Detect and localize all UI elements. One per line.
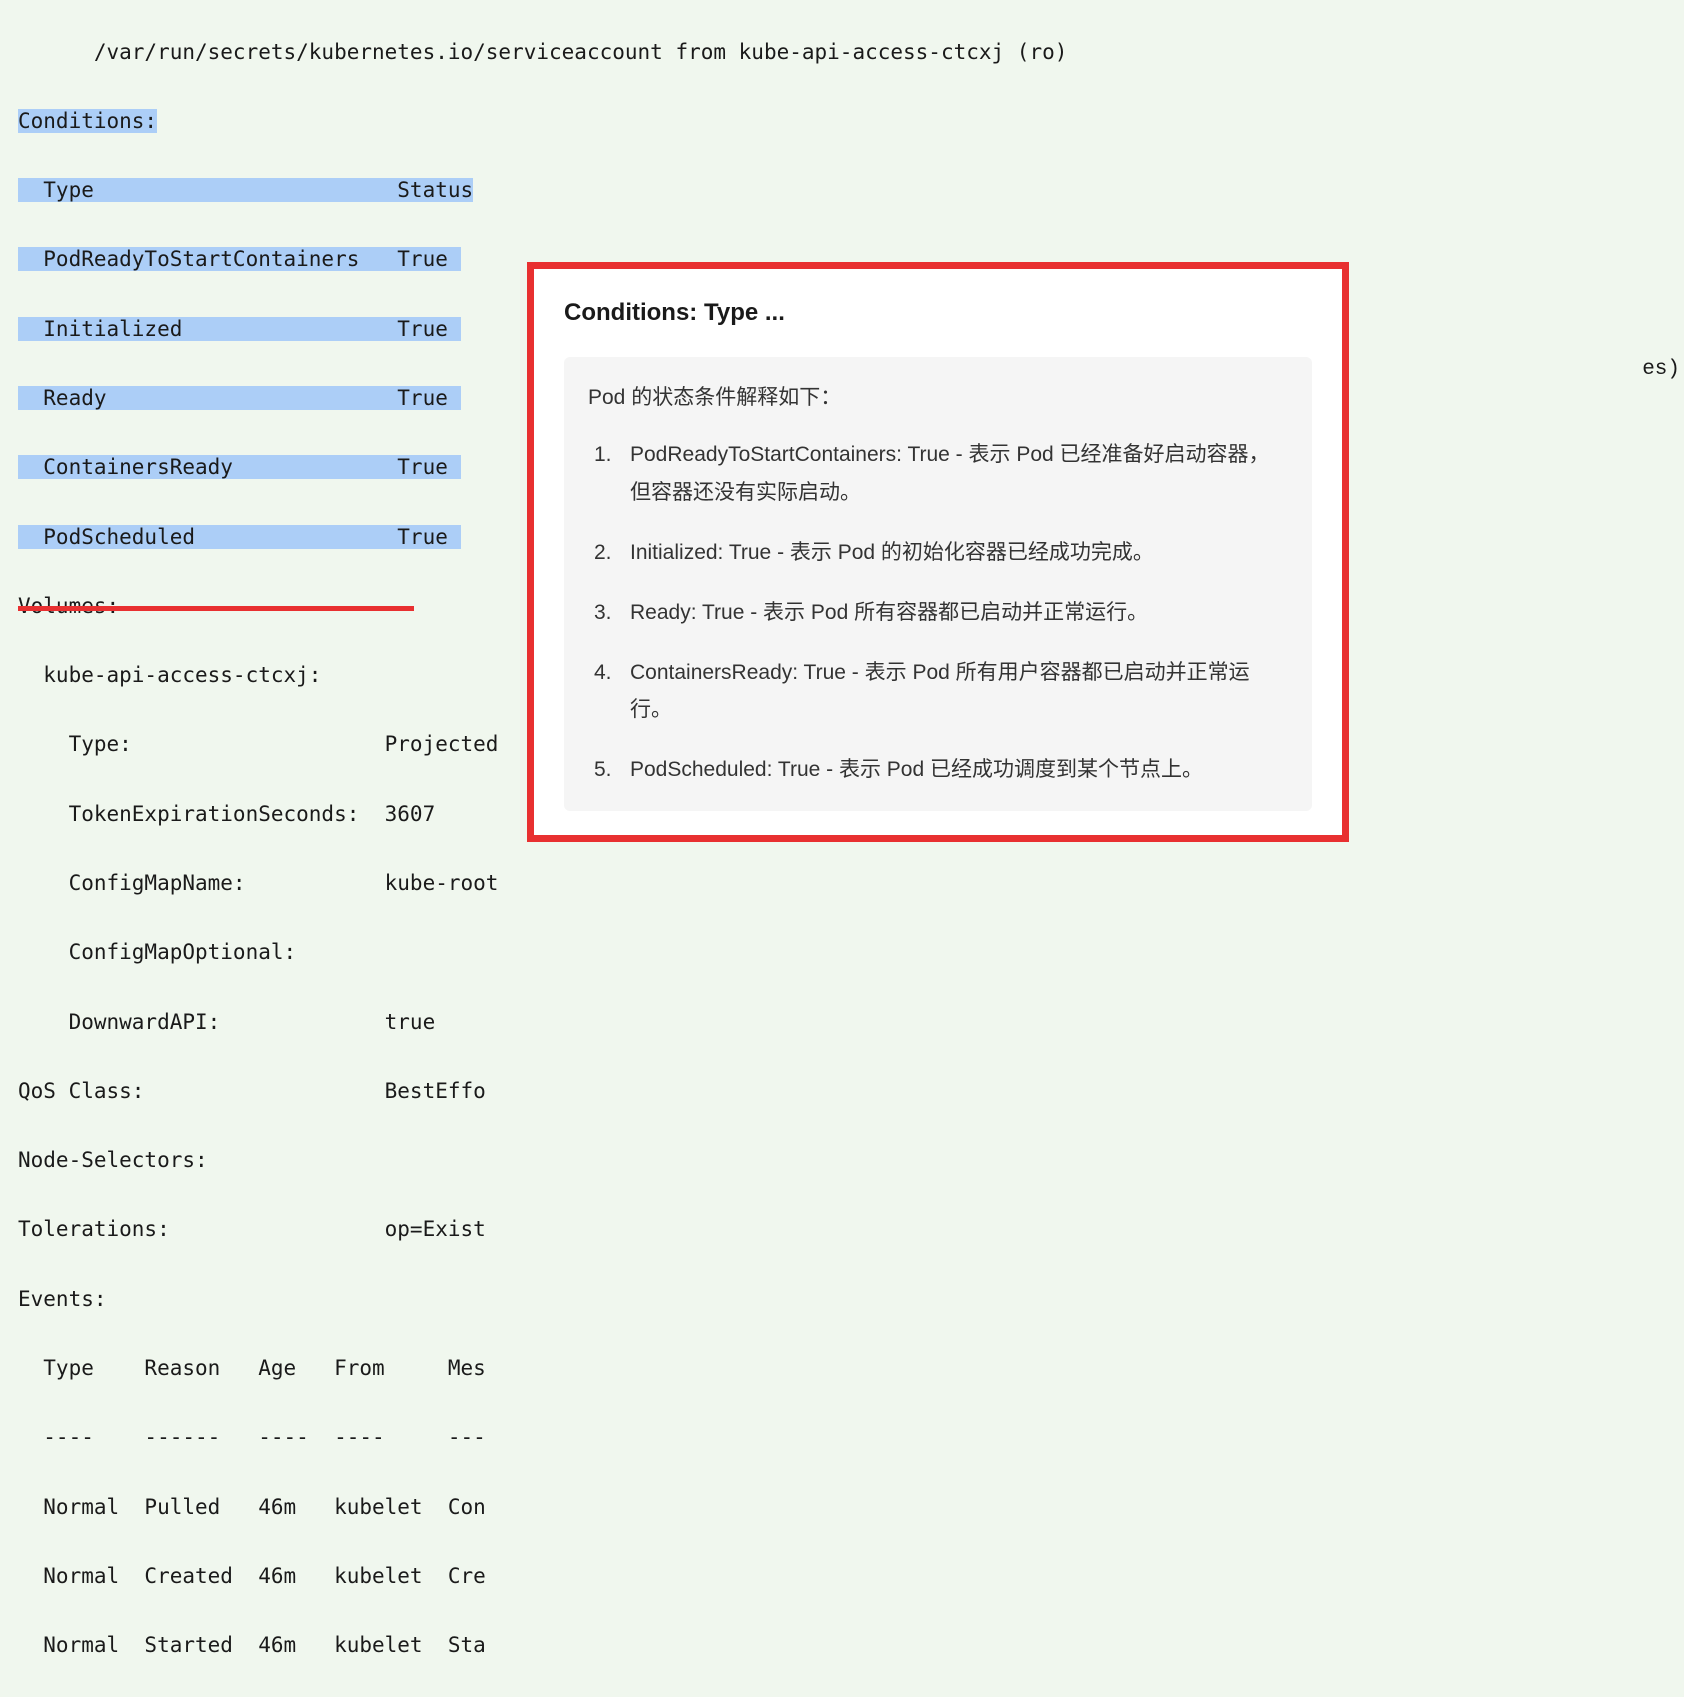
explanation-popup: Conditions: Type ... Pod 的状态条件解释如下： 1.Po…: [527, 262, 1349, 842]
mount-path-line: /var/run/secrets/kubernetes.io/serviceac…: [18, 35, 1666, 70]
conditions-header: Conditions:: [18, 109, 157, 133]
popup-body: Pod 的状态条件解释如下： 1.PodReadyToStartContaine…: [564, 357, 1312, 811]
qos-class: QoS Class: BestEffo: [18, 1074, 1666, 1109]
event-row: Normal Started 46m kubelet Sta: [18, 1628, 1666, 1663]
condition-row: Initialized True: [18, 317, 461, 341]
popup-list-item: 2.Initialized: True - 表示 Pod 的初始化容器已经成功完…: [620, 534, 1288, 572]
popup-intro-text: Pod 的状态条件解释如下：: [588, 379, 1288, 417]
events-divider: ---- ------ ---- ---- ---: [18, 1420, 1666, 1455]
popup-list-item: 1.PodReadyToStartContainers: True - 表示 P…: [620, 436, 1288, 512]
events-header: Events:: [18, 1282, 1666, 1317]
tolerations: Tolerations: op=Exist: [18, 1212, 1666, 1247]
popup-list-item: 3.Ready: True - 表示 Pod 所有容器都已启动并正常运行。: [620, 594, 1288, 632]
event-row: Normal Pulled 46m kubelet Con: [18, 1490, 1666, 1525]
events-columns: Type Reason Age From Mes: [18, 1351, 1666, 1386]
volumes-header-struck: Volumes:: [18, 589, 119, 624]
condition-row: PodReadyToStartContainers True: [18, 247, 461, 271]
popup-condition-list: 1.PodReadyToStartContainers: True - 表示 P…: [588, 436, 1288, 789]
node-selectors: Node-Selectors:: [18, 1143, 1666, 1178]
conditions-columns: Type Status: [18, 178, 473, 202]
condition-row: Ready True: [18, 386, 461, 410]
volume-downward-api: DownwardAPI: true: [18, 1005, 1666, 1040]
event-row: Normal Created 46m kubelet Cre: [18, 1559, 1666, 1594]
terminal-output[interactable]: /var/run/secrets/kubernetes.io/serviceac…: [0, 0, 1684, 1697]
popup-list-item: 5.PodScheduled: True - 表示 Pod 已经成功调度到某个节…: [620, 751, 1288, 789]
condition-row: PodScheduled True: [18, 525, 461, 549]
volume-configmap-name: ConfigMapName: kube-root: [18, 866, 1666, 901]
volume-configmap-optional: ConfigMapOptional:: [18, 935, 1666, 970]
truncated-text-right: es): [1642, 353, 1680, 388]
popup-list-item: 4.ContainersReady: True - 表示 Pod 所有用户容器都…: [620, 654, 1288, 730]
condition-row: ContainersReady True: [18, 455, 461, 479]
popup-title: Conditions: Type ...: [564, 293, 1312, 333]
